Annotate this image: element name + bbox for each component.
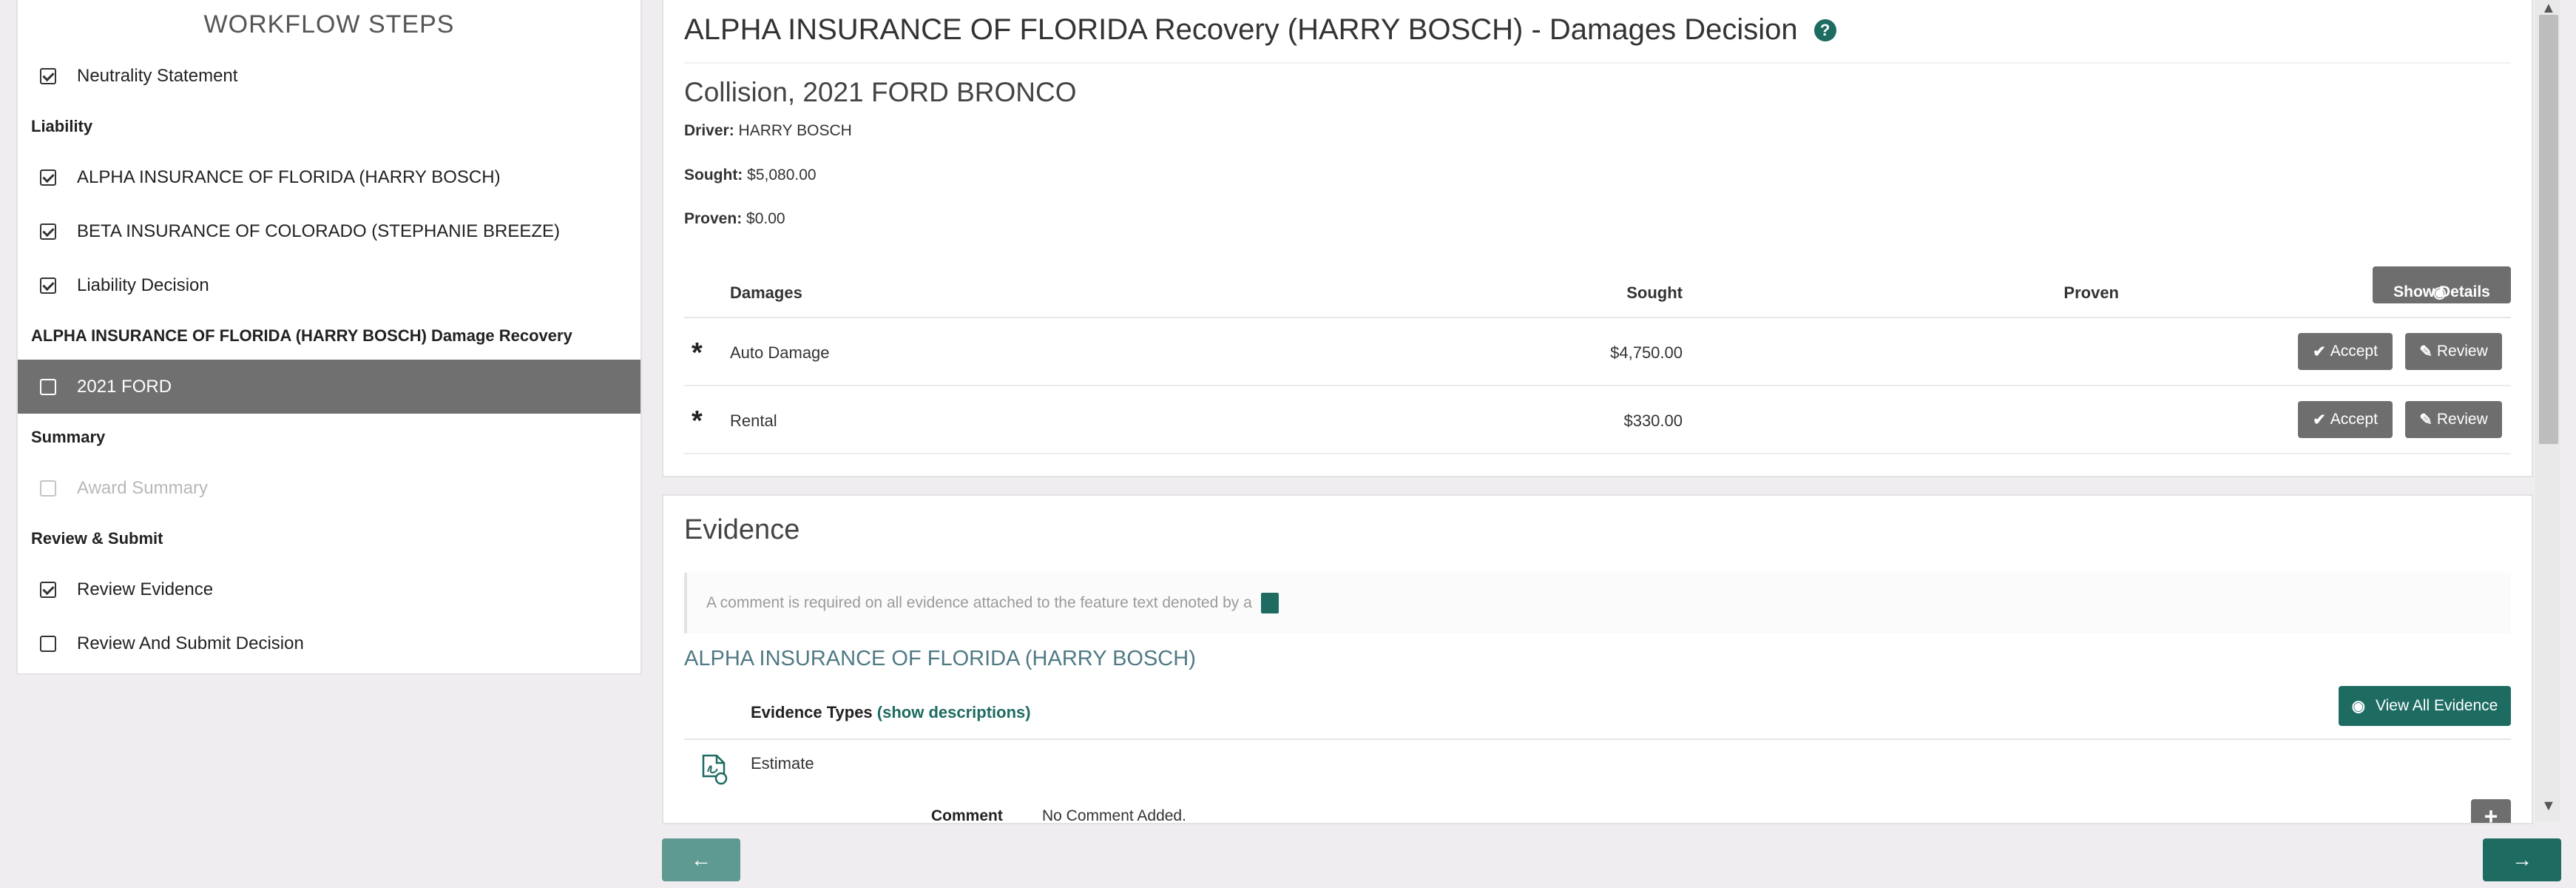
step-2021-ford[interactable]: 2021 FORD bbox=[18, 360, 640, 414]
required-asterisk-icon: * bbox=[692, 337, 703, 369]
step-award-summary: Award Summary bbox=[18, 461, 640, 515]
step-label: BETA INSURANCE OF COLORADO (STEPHANIE BR… bbox=[77, 221, 560, 241]
step-label: Review Evidence bbox=[77, 579, 214, 599]
checkbox-unchecked-icon bbox=[40, 480, 56, 497]
driver-value: HARRY BOSCH bbox=[738, 122, 852, 139]
review-button[interactable]: ✎ Review bbox=[2405, 401, 2502, 438]
column-proven: Proven bbox=[2063, 283, 2119, 302]
checkbox-checked-icon bbox=[40, 223, 56, 240]
accept-button[interactable]: ✔ Accept bbox=[2298, 401, 2393, 438]
damages-decision-panel: ALPHA INSURANCE OF FLORIDA Recovery (HAR… bbox=[662, 0, 2533, 477]
scroll-up-icon[interactable]: ▲ bbox=[2541, 0, 2556, 17]
note-text: A comment is required on all evidence at… bbox=[706, 594, 1252, 611]
pencil-icon: ✎ bbox=[2419, 411, 2433, 428]
evidence-types: Evidence Types (show descriptions) bbox=[751, 703, 1031, 722]
checkbox-checked-icon bbox=[40, 581, 56, 598]
divider bbox=[684, 62, 2511, 64]
required-asterisk-icon: * bbox=[692, 406, 703, 437]
table-row: * Auto Damage $4,750.00 ✔ Accept ✎ Revie… bbox=[684, 318, 2511, 386]
evidence-title: Evidence bbox=[684, 514, 800, 545]
proven-label: Proven: bbox=[684, 210, 743, 227]
page-title-text: ALPHA INSURANCE OF FLORIDA Recovery (HAR… bbox=[684, 13, 1798, 46]
column-damages: Damages bbox=[730, 283, 802, 302]
step-label: 2021 FORD bbox=[77, 376, 172, 397]
driver-label: Driver: bbox=[684, 122, 734, 139]
section-liability: Liability bbox=[31, 117, 93, 135]
show-details-button[interactable]: ◉ Show Details bbox=[2373, 266, 2511, 303]
checkbox-unchecked-icon bbox=[40, 378, 56, 395]
accept-label: Accept bbox=[2330, 343, 2378, 360]
section-review-submit: Review & Submit bbox=[31, 529, 163, 548]
step-label: Review And Submit Decision bbox=[77, 633, 304, 653]
proven-value: $0.00 bbox=[746, 210, 785, 227]
step-label: Liability Decision bbox=[77, 275, 209, 295]
accept-label: Accept bbox=[2330, 411, 2378, 428]
checkbox-unchecked-icon bbox=[40, 635, 56, 652]
pdf-file-icon[interactable] bbox=[700, 754, 728, 785]
proven-info: Proven: $0.00 bbox=[684, 210, 785, 228]
check-icon: ✔ bbox=[2313, 343, 2326, 360]
step-neutrality-statement[interactable]: Neutrality Statement bbox=[18, 49, 640, 103]
pencil-icon: ✎ bbox=[2419, 343, 2433, 360]
column-sought: Sought bbox=[1626, 283, 1683, 302]
view-all-evidence-button[interactable]: ◉ View All Evidence bbox=[2339, 686, 2511, 726]
damage-sought: $4,750.00 bbox=[1610, 343, 1683, 362]
page-title: ALPHA INSURANCE OF FLORIDA Recovery (HAR… bbox=[684, 13, 1836, 47]
evidence-item-name: Estimate bbox=[751, 754, 814, 773]
evidence-types-label: Evidence Types bbox=[751, 703, 873, 722]
show-details-label: Show Details bbox=[2393, 283, 2490, 300]
sought-info: Sought: $5,080.00 bbox=[684, 166, 817, 184]
check-icon: ✔ bbox=[2313, 411, 2326, 428]
damage-name: Rental bbox=[730, 411, 777, 430]
show-descriptions-link[interactable]: (show descriptions) bbox=[877, 703, 1031, 722]
required-marker-icon bbox=[1260, 593, 1279, 614]
scroll-down-icon[interactable]: ▼ bbox=[2541, 798, 2556, 815]
eye-icon: ◉ bbox=[2351, 697, 2365, 715]
sought-label: Sought: bbox=[684, 166, 743, 184]
sidebar-title: WORKFLOW STEPS bbox=[203, 10, 455, 38]
comment-label: Comment bbox=[931, 807, 1003, 824]
sought-value: $5,080.00 bbox=[747, 166, 817, 184]
checkbox-checked-icon bbox=[40, 169, 56, 186]
review-button[interactable]: ✎ Review bbox=[2405, 333, 2502, 370]
plus-icon: + bbox=[2484, 802, 2498, 824]
section-summary: Summary bbox=[31, 428, 106, 446]
section-damage-recovery: ALPHA INSURANCE OF FLORIDA (HARRY BOSCH)… bbox=[31, 326, 572, 345]
step-label: Neutrality Statement bbox=[77, 65, 238, 86]
claim-subtitle: Collision, 2021 FORD BRONCO bbox=[684, 77, 1077, 107]
view-all-label: View All Evidence bbox=[2375, 697, 2498, 714]
evidence-panel: Evidence A comment is required on all ev… bbox=[662, 494, 2533, 824]
evidence-party-title: ALPHA INSURANCE OF FLORIDA (HARRY BOSCH) bbox=[684, 647, 1196, 670]
step-liability-beta[interactable]: BETA INSURANCE OF COLORADO (STEPHANIE BR… bbox=[18, 204, 640, 258]
step-label: Award Summary bbox=[77, 477, 208, 498]
step-review-submit-decision[interactable]: Review And Submit Decision bbox=[18, 616, 640, 670]
divider bbox=[684, 739, 2511, 740]
damage-name: Auto Damage bbox=[730, 343, 830, 362]
checkbox-checked-icon bbox=[40, 67, 56, 84]
comment-value: No Comment Added. bbox=[1042, 807, 1186, 824]
add-comment-button[interactable]: + bbox=[2471, 799, 2511, 824]
scrollbar-thumb[interactable] bbox=[2539, 15, 2558, 444]
previous-step-button[interactable]: ← bbox=[662, 838, 740, 881]
step-liability-alpha[interactable]: ALPHA INSURANCE OF FLORIDA (HARRY BOSCH) bbox=[18, 150, 640, 204]
workflow-steps-sidebar: WORKFLOW STEPS Neutrality Statement Liab… bbox=[16, 0, 642, 675]
next-step-button[interactable]: → bbox=[2483, 838, 2561, 881]
arrow-left-icon: ← bbox=[691, 848, 711, 871]
step-review-evidence[interactable]: Review Evidence bbox=[18, 562, 640, 616]
damages-table-header: Damages Sought Proven ◉ Show Details bbox=[684, 266, 2511, 318]
step-liability-decision[interactable]: Liability Decision bbox=[18, 258, 640, 312]
checkbox-checked-icon bbox=[40, 277, 56, 294]
evidence-comment-note: A comment is required on all evidence at… bbox=[684, 573, 2511, 633]
review-label: Review bbox=[2436, 411, 2488, 428]
step-label: ALPHA INSURANCE OF FLORIDA (HARRY BOSCH) bbox=[77, 166, 501, 187]
table-row: * Rental $330.00 ✔ Accept ✎ Review bbox=[684, 386, 2511, 454]
arrow-right-icon: → bbox=[2512, 848, 2532, 871]
accept-button[interactable]: ✔ Accept bbox=[2298, 333, 2393, 370]
damage-sought: $330.00 bbox=[1623, 411, 1683, 430]
driver-info: Driver: HARRY BOSCH bbox=[684, 122, 852, 140]
help-icon[interactable]: ? bbox=[1813, 18, 1836, 41]
review-label: Review bbox=[2436, 343, 2488, 360]
